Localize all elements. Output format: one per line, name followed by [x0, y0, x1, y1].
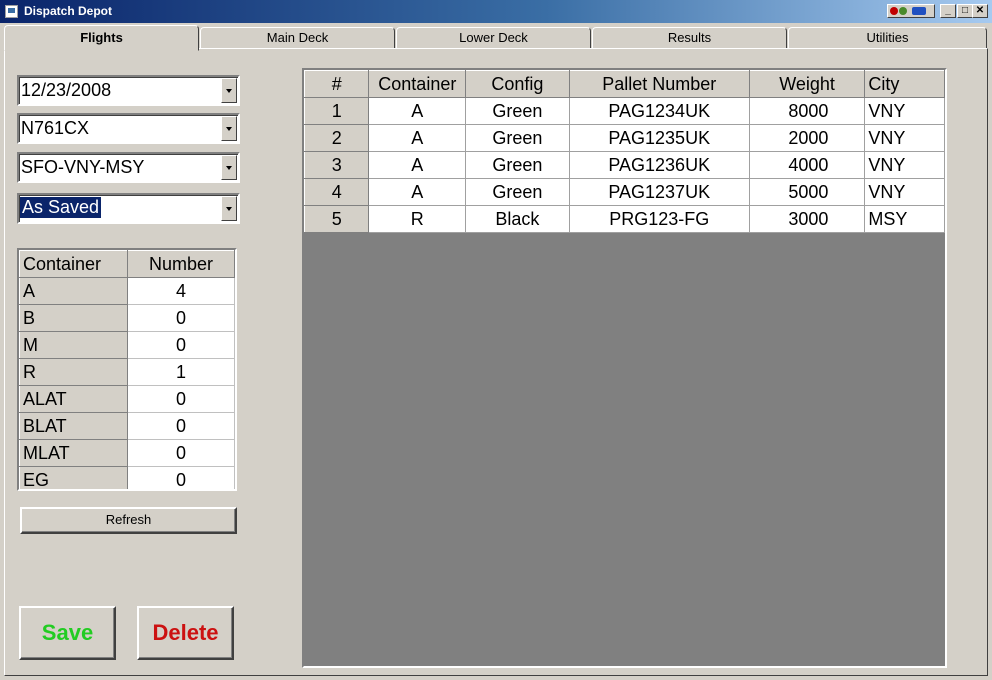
- container-cell: MLAT: [19, 439, 128, 467]
- row-number-cell[interactable]: 3: [304, 151, 370, 179]
- row-number-cell[interactable]: 1: [304, 97, 370, 125]
- container-cell: B: [19, 304, 128, 332]
- route-dropdown-arrow-icon[interactable]: [221, 155, 237, 180]
- table-row[interactable]: R1: [19, 358, 235, 386]
- table-row[interactable]: ALAT 0: [19, 385, 235, 413]
- config-cell[interactable]: Green: [465, 151, 570, 179]
- table-row[interactable]: BLAT 0: [19, 412, 235, 440]
- container-cell: EG: [19, 466, 128, 489]
- pallet-number-cell[interactable]: PAG1235UK: [568, 124, 750, 152]
- tail-number-dropdown-arrow-icon[interactable]: [221, 116, 237, 141]
- pallet-number-cell[interactable]: PRG123-FG: [568, 205, 750, 233]
- date-value: 12/23/2008: [21, 80, 112, 100]
- close-button[interactable]: ✕: [972, 4, 988, 18]
- config-cell[interactable]: Black: [465, 205, 570, 233]
- column-header-weight[interactable]: Weight: [748, 70, 866, 98]
- table-row[interactable]: 5 R Black PRG123-FG 3000 MSY: [304, 205, 945, 233]
- title-bar: Dispatch Depot _ □ ✕: [0, 0, 992, 23]
- tail-number-select[interactable]: N761CX: [17, 113, 240, 144]
- city-cell[interactable]: VNY: [864, 178, 945, 206]
- date-dropdown-arrow-icon[interactable]: [221, 78, 237, 103]
- row-number-cell[interactable]: 2: [304, 124, 370, 152]
- tab-lower-deck[interactable]: Lower Deck: [396, 27, 591, 49]
- container-cell[interactable]: R: [368, 205, 467, 233]
- table-row[interactable]: 4 A Green PAG1237UK 5000 VNY: [304, 178, 945, 206]
- tab-utilities[interactable]: Utilities: [788, 27, 987, 49]
- city-cell[interactable]: VNY: [864, 124, 945, 152]
- container-cell: R: [19, 358, 128, 386]
- pallet-number-cell[interactable]: PAG1236UK: [568, 151, 750, 179]
- mode-dropdown-arrow-icon[interactable]: [221, 196, 237, 221]
- tab-strip: Flights Main Deck Lower Deck Results Uti…: [4, 25, 988, 51]
- table-row[interactable]: M0: [19, 331, 235, 359]
- config-cell[interactable]: Green: [465, 97, 570, 125]
- number-cell[interactable]: 4: [127, 277, 235, 305]
- tab-main-deck[interactable]: Main Deck: [200, 27, 395, 49]
- route-value: SFO-VNY-MSY: [21, 157, 145, 177]
- config-cell[interactable]: Green: [465, 124, 570, 152]
- mode-select[interactable]: As Saved: [17, 193, 240, 224]
- container-cell[interactable]: A: [368, 124, 467, 152]
- config-cell[interactable]: Green: [465, 178, 570, 206]
- container-cell: ALAT: [19, 385, 128, 413]
- pallet-header-row: # Container Config Pallet Number Weight …: [304, 70, 945, 98]
- date-select[interactable]: 12/23/2008: [17, 75, 240, 106]
- city-cell[interactable]: VNY: [864, 151, 945, 179]
- app-icon: [5, 5, 18, 18]
- refresh-button[interactable]: Refresh: [20, 507, 237, 534]
- weight-cell[interactable]: 2000: [748, 124, 866, 152]
- number-cell[interactable]: 0: [127, 439, 235, 467]
- weight-cell[interactable]: 4000: [748, 151, 866, 179]
- table-row[interactable]: 3 A Green PAG1236UK 4000 VNY: [304, 151, 945, 179]
- tail-number-value: N761CX: [21, 118, 90, 138]
- tray-icons: [887, 4, 935, 18]
- row-number-cell[interactable]: 4: [304, 178, 370, 206]
- number-cell[interactable]: 0: [127, 385, 235, 413]
- column-header-number[interactable]: Number: [127, 250, 235, 278]
- container-count-grid[interactable]: Container Number A4 B0 M0 R1 ALAT 0 BLAT 0…: [17, 248, 237, 491]
- table-row[interactable]: EG 0: [19, 466, 235, 489]
- tab-flights[interactable]: Flights: [4, 25, 199, 51]
- container-cell[interactable]: A: [368, 151, 467, 179]
- weight-cell[interactable]: 8000: [748, 97, 866, 125]
- container-count-header-row: Container Number: [19, 250, 235, 278]
- column-header-config[interactable]: Config: [465, 70, 570, 98]
- maximize-button[interactable]: □: [957, 4, 973, 18]
- table-row[interactable]: 1 A Green PAG1234UK 8000 VNY: [304, 97, 945, 125]
- column-header-city[interactable]: City: [864, 70, 945, 98]
- column-header-container[interactable]: Container: [19, 250, 128, 278]
- row-number-cell[interactable]: 5: [304, 205, 370, 233]
- weight-cell[interactable]: 3000: [748, 205, 866, 233]
- weight-cell[interactable]: 5000: [748, 178, 866, 206]
- column-header-container[interactable]: Container: [368, 70, 467, 98]
- pallet-number-cell[interactable]: PAG1237UK: [568, 178, 750, 206]
- mode-value: As Saved: [20, 197, 102, 218]
- route-select[interactable]: SFO-VNY-MSY: [17, 152, 240, 183]
- column-header-pallet-number[interactable]: Pallet Number: [568, 70, 750, 98]
- number-cell[interactable]: 0: [127, 412, 235, 440]
- tab-results[interactable]: Results: [592, 27, 787, 49]
- table-row[interactable]: A4: [19, 277, 235, 305]
- column-header-row-number[interactable]: #: [304, 70, 370, 98]
- container-cell[interactable]: A: [368, 178, 467, 206]
- table-row[interactable]: MLAT 0: [19, 439, 235, 467]
- number-cell[interactable]: 0: [127, 304, 235, 332]
- table-row[interactable]: B0: [19, 304, 235, 332]
- number-cell[interactable]: 0: [127, 466, 235, 489]
- save-button[interactable]: Save: [19, 606, 116, 660]
- pallet-number-cell[interactable]: PAG1234UK: [568, 97, 750, 125]
- container-cell: A: [19, 277, 128, 305]
- delete-button[interactable]: Delete: [137, 606, 234, 660]
- city-cell[interactable]: MSY: [864, 205, 945, 233]
- city-cell[interactable]: VNY: [864, 97, 945, 125]
- table-row[interactable]: 2 A Green PAG1235UK 2000 VNY: [304, 124, 945, 152]
- number-cell[interactable]: 1: [127, 358, 235, 386]
- container-cell[interactable]: A: [368, 97, 467, 125]
- container-cell: M: [19, 331, 128, 359]
- window-title: Dispatch Depot: [24, 4, 113, 18]
- minimize-button[interactable]: _: [940, 4, 956, 18]
- pallet-grid[interactable]: # Container Config Pallet Number Weight …: [302, 68, 947, 668]
- container-cell: BLAT: [19, 412, 128, 440]
- number-cell[interactable]: 0: [127, 331, 235, 359]
